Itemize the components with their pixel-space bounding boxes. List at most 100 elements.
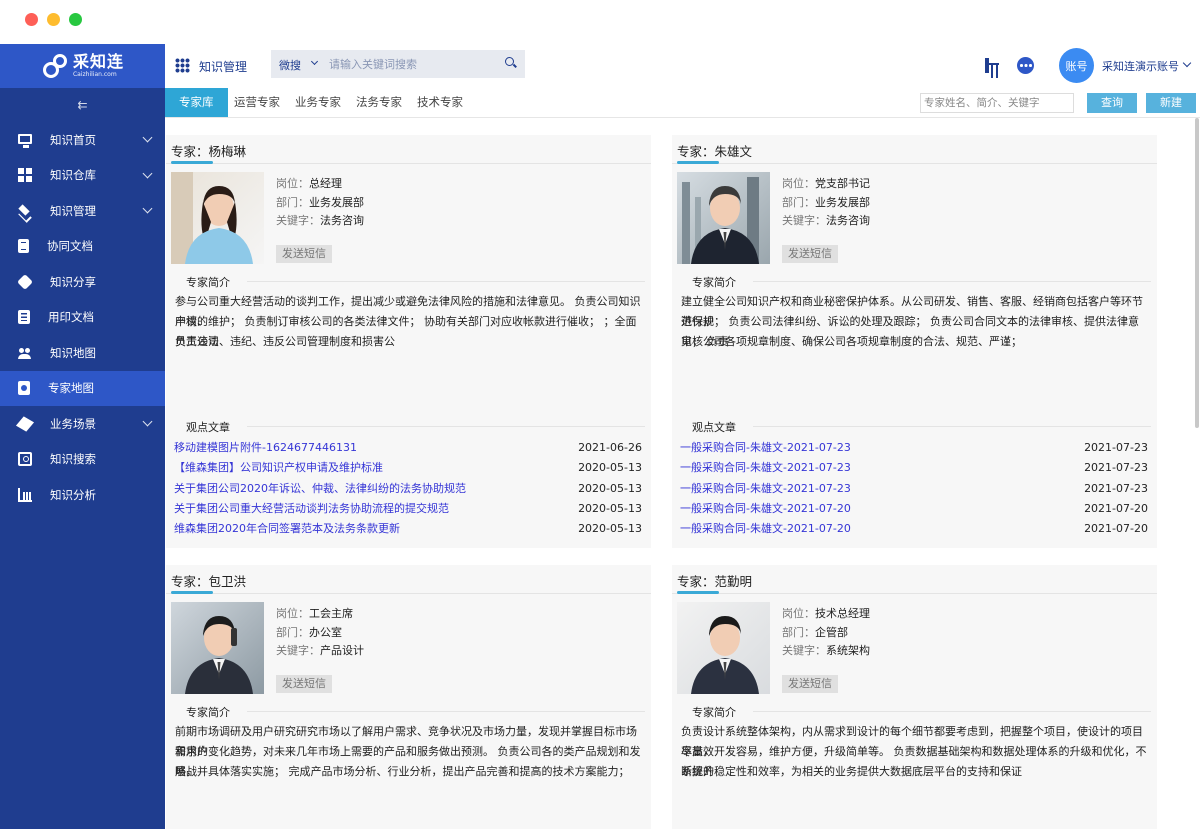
article-link[interactable]: 一般采购合同-朱雄文-2021-07-20 xyxy=(680,499,851,519)
chevron-down-icon[interactable] xyxy=(1182,58,1192,68)
more-icon[interactable] xyxy=(1017,57,1034,74)
position-label: 岗位： xyxy=(276,607,309,620)
expert-name[interactable]: 专家：包卫洪 xyxy=(171,571,246,590)
search-input[interactable] xyxy=(329,54,499,74)
account-name[interactable]: 采知连演示账号 xyxy=(1102,58,1179,74)
new-button[interactable]: 新建 xyxy=(1146,93,1196,113)
sidebar-item-8[interactable]: 业务场景 xyxy=(0,406,165,442)
article-link[interactable]: 一般采购合同-朱雄文-2021-07-23 xyxy=(680,438,851,458)
cube-icon xyxy=(15,416,35,432)
send-sms-button[interactable]: 发送短信 xyxy=(276,245,332,263)
expert-bio-line: 系统的稳定性和效率，为相关的业务提供大数据底层平台的支持和保证 xyxy=(681,765,1022,778)
article-row: 一般采购合同-朱雄文-2021-07-23 2021-07-23 xyxy=(680,479,1148,499)
divider xyxy=(166,163,651,164)
article-link[interactable]: 移动建模图片附件-1624677446131 xyxy=(174,438,357,458)
expert-name[interactable]: 专家：杨梅琳 xyxy=(171,141,246,160)
avatar[interactable]: 账号 xyxy=(1059,48,1094,83)
sidebar-item-6[interactable]: 知识地图 xyxy=(0,335,165,371)
sidebar-item-label: 知识分享 xyxy=(50,274,96,289)
article-link[interactable]: 维森集团2020年合同签署范本及法务条款更新 xyxy=(174,519,400,539)
expert-department: 业务发展部 xyxy=(815,196,870,209)
sidebar-collapse-button[interactable]: ⇇ xyxy=(0,88,165,122)
tab-expert-library[interactable]: 专家库 xyxy=(165,88,228,117)
expert-photo[interactable] xyxy=(171,602,264,694)
logo[interactable]: 采知连 Caizhilian.com xyxy=(0,44,165,88)
expert-grid: 专家：杨梅琳 岗位：总经理 部门：业务发展部 关键字：法务咨询 发送短信 专家简… xyxy=(165,118,1195,829)
expert-position-row: 岗位：技术总经理 xyxy=(782,605,870,621)
tab-legal-experts[interactable]: 法务专家 xyxy=(356,88,402,117)
send-sms-button[interactable]: 发送短信 xyxy=(782,245,838,263)
expert-keyword-row: 关键字：法务咨询 xyxy=(276,212,364,228)
chevron-down-icon[interactable] xyxy=(310,57,319,66)
grid-icon xyxy=(18,168,32,183)
intro-heading: 专家简介 xyxy=(186,276,230,289)
expert-department-row: 部门：业务发展部 xyxy=(782,194,870,210)
apps-grid-icon[interactable] xyxy=(175,58,190,73)
tab-operations-experts[interactable]: 运营专家 xyxy=(234,88,280,117)
article-link[interactable]: 一般采购合同-朱雄文-2021-07-20 xyxy=(680,519,851,539)
search-icon[interactable] xyxy=(505,57,517,69)
document-icon xyxy=(18,239,29,254)
scrollbar-thumb[interactable] xyxy=(1195,118,1199,428)
article-link[interactable]: 关于集团公司重大经营活动谈判法务协助流程的提交规范 xyxy=(174,499,449,519)
expert-keyword-row: 关键字：系统架构 xyxy=(782,642,870,658)
header-accent xyxy=(171,161,213,164)
sidebar-item-9[interactable]: 知识搜索 xyxy=(0,442,165,478)
chevron-down-icon[interactable] xyxy=(142,168,153,178)
sidebar-item-0[interactable]: 知识首页 xyxy=(0,122,165,158)
share-icon xyxy=(17,273,33,290)
expert-photo[interactable] xyxy=(171,172,264,264)
article-link[interactable]: 【维森集团】公司知识产权申请及维护标准 xyxy=(174,458,383,478)
articles-heading: 观点文章 xyxy=(692,421,736,434)
send-sms-button[interactable]: 发送短信 xyxy=(276,675,332,693)
monitor-icon xyxy=(18,133,32,148)
sidebar-item-label: 专家地图 xyxy=(48,381,94,396)
sidebar-item-7[interactable]: 专家地图 xyxy=(0,370,165,406)
article-link[interactable]: 一般采购合同-朱雄文-2021-07-23 xyxy=(680,458,851,478)
sidebar-item-label: 知识地图 xyxy=(50,345,96,360)
position-label: 岗位： xyxy=(276,177,309,190)
expert-photo[interactable] xyxy=(677,172,770,264)
query-button[interactable]: 查询 xyxy=(1087,93,1137,113)
expert-card: 专家：包卫洪 岗位：工会主席 部门：办公室 关键字：产品设计 发送短信 专家简介… xyxy=(166,565,651,829)
article-date: 2021-07-20 xyxy=(1084,501,1148,515)
users-icon xyxy=(18,346,32,360)
search-box: 微搜 xyxy=(271,50,525,78)
chevron-down-icon[interactable] xyxy=(142,203,153,214)
expert-keyword-row: 关键字：法务咨询 xyxy=(782,212,870,228)
expert-filter-input[interactable] xyxy=(920,93,1074,113)
tab-business-experts[interactable]: 业务专家 xyxy=(295,88,341,117)
sidebar-item-5[interactable]: 用印文档 xyxy=(0,300,165,336)
expert-department: 企管部 xyxy=(815,626,848,639)
chevron-down-icon[interactable] xyxy=(142,132,153,143)
search-scope-select[interactable]: 微搜 xyxy=(279,57,301,73)
minimize-window-icon[interactable] xyxy=(47,13,60,26)
expert-name[interactable]: 专家：朱雄文 xyxy=(677,141,752,160)
sidebar-item-4[interactable]: 知识分享 xyxy=(0,264,165,300)
expert-card: 专家：杨梅琳 岗位：总经理 部门：业务发展部 关键字：法务咨询 发送短信 专家简… xyxy=(166,135,651,548)
sidebar-item-3[interactable]: 协同文档 xyxy=(0,229,165,265)
divider xyxy=(247,281,645,282)
expert-name[interactable]: 专家：范勤明 xyxy=(677,571,752,590)
close-window-icon[interactable] xyxy=(25,13,38,26)
sidebar-item-10[interactable]: 知识分析 xyxy=(0,477,165,513)
expert-keyword-row: 关键字：产品设计 xyxy=(276,642,364,658)
sidebar-item-1[interactable]: 知识仓库 xyxy=(0,158,165,194)
chevron-down-icon[interactable] xyxy=(142,416,153,427)
expert-bio-line: 审核公司各项规章制度、确保公司各项规章制度的合法、规范、严谨； xyxy=(681,335,1022,348)
sidebar: 采知连 Caizhilian.com ⇇ 知识首页 知识仓库 知识管理 协同文档知识分… xyxy=(0,44,165,829)
tab-technical-experts[interactable]: 技术专家 xyxy=(417,88,463,117)
article-date: 2021-07-23 xyxy=(1084,481,1148,495)
expert-photo[interactable] xyxy=(677,602,770,694)
article-link[interactable]: 关于集团公司2020年诉讼、仲裁、法律纠纷的法务协助规范 xyxy=(174,479,466,499)
expert-department-row: 部门：办公室 xyxy=(276,624,342,640)
article-link[interactable]: 一般采购合同-朱雄文-2021-07-23 xyxy=(680,479,851,499)
keyword-label: 关键字： xyxy=(276,214,320,227)
scrollbar[interactable] xyxy=(1195,118,1200,829)
maximize-window-icon[interactable] xyxy=(69,13,82,26)
org-structure-icon[interactable] xyxy=(985,58,1000,73)
sidebar-item-2[interactable]: 知识管理 xyxy=(0,193,165,229)
logo-mark-icon xyxy=(41,52,69,80)
send-sms-button[interactable]: 发送短信 xyxy=(782,675,838,693)
expert-position-row: 岗位：总经理 xyxy=(276,175,342,191)
